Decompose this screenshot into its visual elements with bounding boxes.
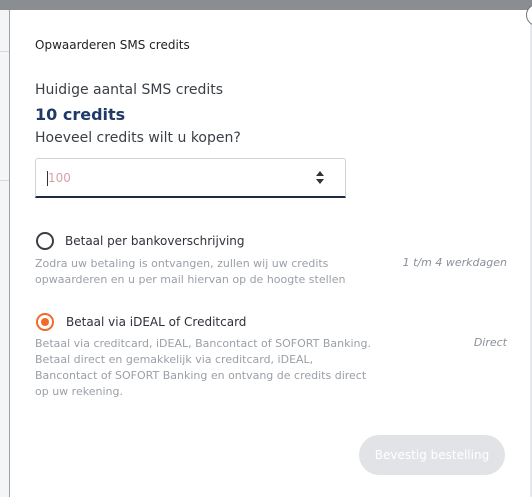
confirm-order-button[interactable]: Bevestig bestelling [359,435,505,475]
radio-ideal-creditcard[interactable] [36,313,54,331]
option-bank-transfer-description: Zodra uw betaling is ontvangen, zullen w… [35,257,346,286]
page-backdrop-top [0,0,532,10]
option-ideal-description: Betaal via creditcard, iDEAL, Bancontact… [35,337,371,398]
credits-amount-input[interactable] [35,158,346,198]
option-bank-transfer-label[interactable]: Betaal per bankoverschrijving [65,234,245,248]
sms-credits-modal: × Opwaarderen SMS credits Huidige aantal… [9,4,532,497]
spinner-up-icon[interactable] [316,171,324,176]
credits-amount-label: Hoeveel credits wilt u kopen? [35,130,241,146]
option-bank-transfer-time: 1 t/m 4 werkdagen [402,256,507,269]
credits-amount-field[interactable] [48,168,298,188]
option-ideal-time: Direct [473,336,507,349]
radio-bank-transfer[interactable] [36,232,54,250]
spinner-down-icon[interactable] [316,179,324,184]
current-credits-label: Huidige aantal SMS credits [35,82,224,98]
modal-title: Opwaarderen SMS credits [35,38,190,52]
option-ideal-label[interactable]: Betaal via iDEAL of Creditcard [66,315,246,329]
current-credits-value: 10 credits [35,105,126,124]
number-spinner[interactable] [316,171,326,185]
